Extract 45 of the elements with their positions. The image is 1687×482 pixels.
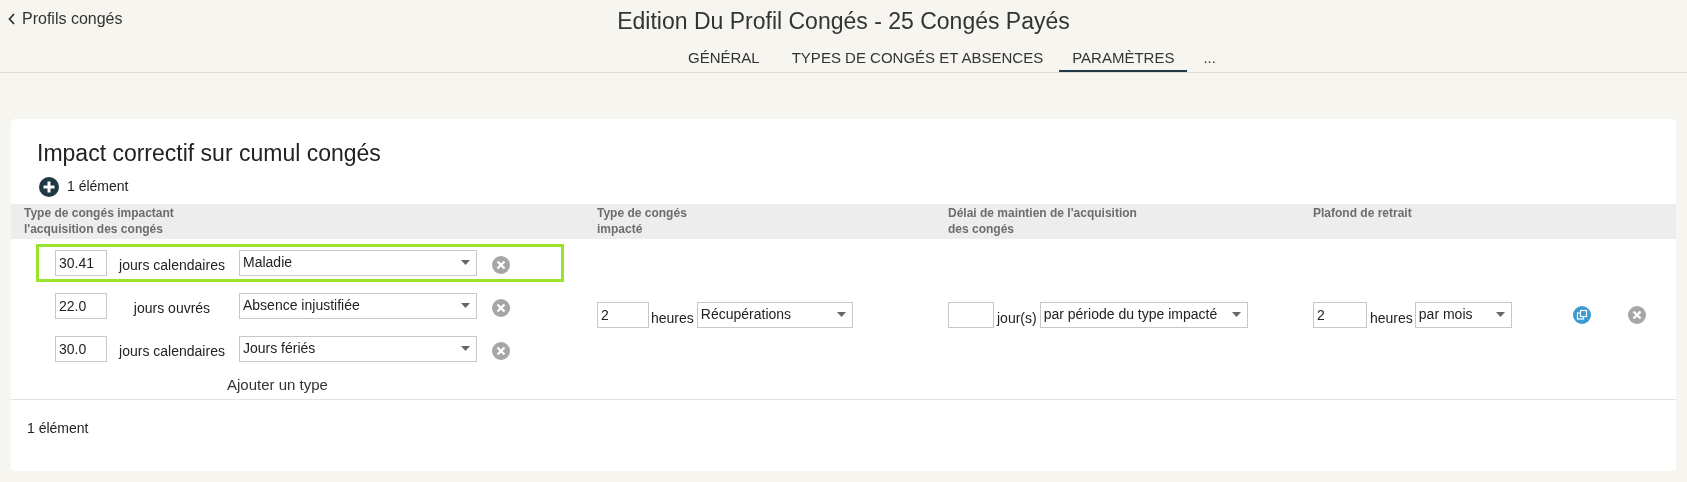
caret-icon bbox=[1231, 312, 1241, 317]
remove-icon[interactable] bbox=[1627, 305, 1646, 324]
remove-icon[interactable] bbox=[492, 298, 510, 317]
caret-icon bbox=[836, 312, 846, 317]
unit-label: jours calendaires bbox=[117, 342, 226, 361]
add-type-link[interactable]: Ajouter un type bbox=[227, 373, 328, 396]
caret-icon bbox=[461, 260, 470, 265]
page-title: Edition Du Profil Congés - 25 Congés Payés bbox=[617, 7, 1070, 36]
unit-label: heures bbox=[1370, 309, 1413, 328]
number-field[interactable]: 2 bbox=[597, 301, 649, 328]
dropdown[interactable]: Récupérations bbox=[696, 301, 853, 328]
tab[interactable]: ... bbox=[1187, 46, 1232, 72]
dropdown[interactable]: par période du type impacté bbox=[1039, 301, 1248, 328]
column-header: Type de congés impacté bbox=[597, 204, 688, 237]
tab[interactable]: TYPES DE CONGÉS ET ABSENCES bbox=[775, 46, 1060, 72]
add-icon[interactable] bbox=[39, 176, 59, 197]
item-count: 1 élément bbox=[26, 418, 90, 438]
column-header: Type de congés impactant l'acquisition des congés bbox=[24, 204, 175, 237]
caret-icon bbox=[1495, 312, 1505, 317]
unit-label: jours ouvrés bbox=[132, 299, 212, 318]
dropdown[interactable]: Maladie bbox=[239, 249, 477, 276]
tab[interactable]: PARAMÈTRES bbox=[1059, 46, 1188, 72]
chevron-left-icon bbox=[8, 13, 16, 25]
caret-icon bbox=[461, 303, 470, 308]
unit-label: jour(s) bbox=[997, 309, 1037, 328]
column-header: Délai de maintien de l'acquisition des congés bbox=[948, 204, 1138, 237]
number-field[interactable]: 30.41 bbox=[55, 249, 107, 276]
number-field[interactable]: 30.0 bbox=[55, 335, 107, 362]
remove-icon[interactable] bbox=[492, 255, 510, 274]
column-header: Plafond de retrait bbox=[1313, 204, 1413, 221]
number-field[interactable]: 2 bbox=[1313, 301, 1367, 328]
item-count: 1 élément bbox=[67, 177, 129, 196]
back-link[interactable]: Profils congés bbox=[8, 7, 123, 31]
dropdown[interactable]: Jours fériés bbox=[239, 335, 477, 362]
number-field[interactable]: 22.0 bbox=[55, 292, 107, 319]
copy-icon[interactable] bbox=[1572, 305, 1591, 324]
remove-icon[interactable] bbox=[492, 341, 510, 360]
tab[interactable]: GÉNÉRAL bbox=[672, 46, 776, 72]
section-title: Impact correctif sur cumul congés bbox=[36, 139, 382, 168]
unit-label: heures bbox=[651, 309, 694, 328]
caret-icon bbox=[461, 346, 470, 351]
dropdown[interactable]: Absence injustifiée bbox=[239, 292, 477, 319]
number-field[interactable] bbox=[948, 301, 994, 328]
dropdown[interactable]: par mois bbox=[1414, 301, 1512, 328]
unit-label: jours calendaires bbox=[117, 256, 226, 275]
